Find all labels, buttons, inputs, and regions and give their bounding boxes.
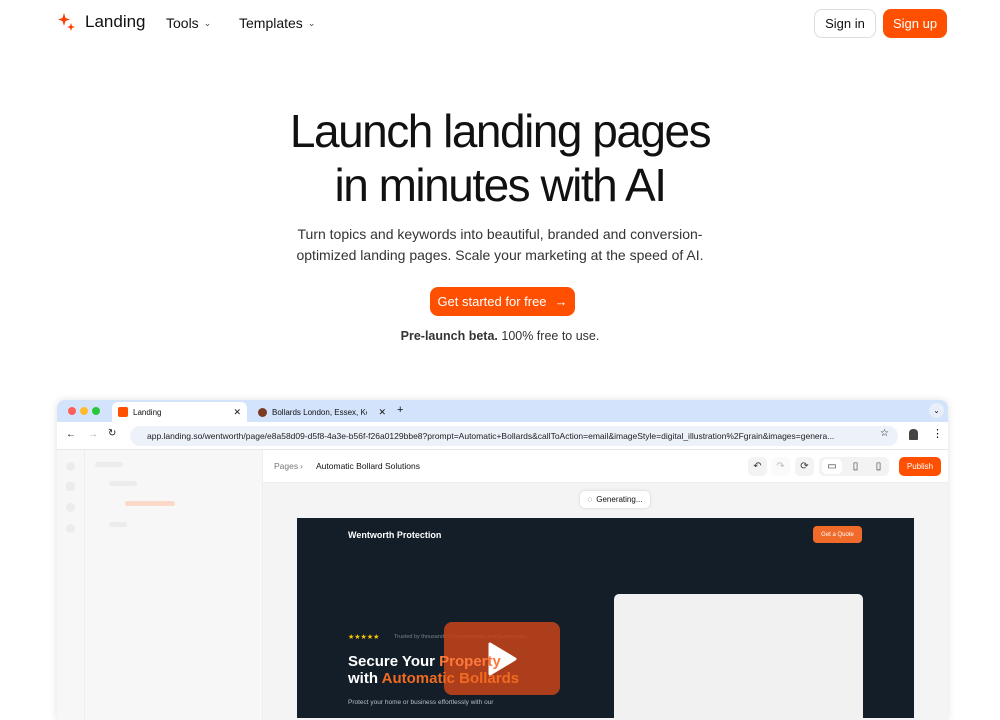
close-icon[interactable]: ✕: [233, 407, 241, 418]
star-icon[interactable]: ☆: [880, 428, 889, 439]
favicon-icon: [118, 407, 128, 417]
headline-part: Secure Your: [348, 653, 440, 670]
maximize-dot: [92, 407, 100, 415]
reload-icon[interactable]: ↻: [108, 428, 116, 439]
status-text: Generating...: [596, 495, 643, 504]
preview-image-placeholder: [614, 594, 863, 720]
breadcrumb-root[interactable]: Pages: [274, 461, 298, 471]
templates-label: Templates: [239, 15, 303, 31]
more-icon[interactable]: ⋮: [932, 427, 943, 440]
desktop-icon[interactable]: ▭: [822, 459, 842, 474]
refresh-icon[interactable]: ⟳: [795, 457, 814, 476]
tab-landing[interactable]: Landing ✕: [112, 402, 247, 422]
settings-icon[interactable]: [66, 503, 75, 512]
breadcrumb-chevron-icon: ›: [300, 461, 303, 471]
close-dot: [68, 407, 76, 415]
headline-accent: Property: [439, 653, 501, 670]
globe-icon[interactable]: [66, 524, 75, 533]
tab-label: Landing: [133, 407, 162, 417]
sidebar-item[interactable]: [109, 481, 137, 486]
close-icon[interactable]: ✕: [378, 407, 386, 418]
hero-title: Launch landing pages in minutes with AI: [0, 104, 1000, 212]
top-nav: Landing Tools ⌄ Templates ⌄ Sign in Sign u…: [0, 0, 1000, 46]
hero-title-line1: Launch landing pages: [289, 105, 712, 157]
tab-label: Bollards London, Essex, Kent: [272, 407, 367, 417]
favicon-icon: [258, 407, 267, 417]
publish-button[interactable]: Publish: [899, 457, 941, 476]
editor-sidebar: [57, 450, 263, 720]
sidebar-add-item[interactable]: [125, 501, 175, 506]
address-bar-row: ← → ↻ app.landing.so/wentworth/page/e8a5…: [57, 422, 948, 450]
forward-icon[interactable]: →: [88, 429, 98, 440]
url-text: app.landing.so/wentworth/page/e8a58d09-d…: [147, 431, 835, 441]
chevron-down-icon: ⌄: [203, 17, 212, 28]
breadcrumb-current: Automatic Bollard Solutions: [316, 461, 420, 471]
home-icon[interactable]: [66, 462, 75, 471]
tools-menu[interactable]: Tools ⌄: [166, 15, 211, 31]
back-icon[interactable]: ←: [66, 429, 76, 440]
note-rest: 100% free to use.: [497, 329, 600, 343]
get-quote-button[interactable]: Get a Quote: [813, 526, 862, 543]
hero-title-line2: in minutes with AI: [334, 159, 667, 211]
sign-up-button[interactable]: Sign up: [883, 9, 947, 38]
rating-stars: ★★★★★: [348, 634, 380, 641]
mobile-icon[interactable]: ▯: [869, 457, 888, 476]
subtitle-line1: Turn topics and keywords into beautiful,…: [297, 226, 703, 242]
tab-bar: Landing ✕ Bollards London, Essex, Kent ✕ +…: [57, 400, 948, 422]
undo-icon[interactable]: ↶: [748, 457, 767, 476]
profile-avatar[interactable]: [909, 429, 918, 440]
redo-icon[interactable]: ↷: [771, 457, 790, 476]
brand-logo[interactable]: Landing: [57, 12, 146, 32]
chevron-down-icon: ⌄: [307, 17, 316, 28]
tools-label: Tools: [166, 15, 199, 31]
tab-bollards[interactable]: Bollards London, Essex, Kent ✕: [252, 402, 392, 422]
editor-toolbar: Pages › Automatic Bollard Solutions ↶ ↷ …: [263, 450, 948, 483]
sparkle-icon: [58, 13, 75, 31]
site-preview: Wentworth Protection Get a Quote ★★★★★ T…: [297, 518, 914, 720]
brand-name: Landing: [85, 12, 146, 31]
spinner-icon: ◌: [587, 495, 593, 504]
url-input[interactable]: app.landing.so/wentworth/page/e8a58d09-d…: [130, 426, 898, 446]
beta-note: Pre-launch beta. 100% free to use.: [0, 329, 1000, 343]
tab-menu-chevron-icon[interactable]: ⌄: [929, 403, 944, 418]
icon-rail: [57, 450, 85, 720]
pencil-icon[interactable]: [66, 482, 75, 491]
headline-part: with: [348, 670, 382, 687]
tablet-icon[interactable]: ▯: [846, 457, 865, 476]
generating-status: ◌ Generating...: [580, 491, 650, 508]
subtitle-line2: optimized landing pages. Scale your mark…: [296, 247, 704, 263]
headline-accent: Automatic Bollards: [381, 670, 520, 687]
note-bold: Pre-launch beta.: [400, 329, 498, 343]
new-tab-icon[interactable]: +: [397, 404, 403, 416]
preview-body: Protect your home or business effortless…: [348, 699, 494, 706]
preview-headline: Secure Your Property with Automatic Bolla…: [348, 653, 519, 687]
sign-in-button[interactable]: Sign in: [814, 9, 876, 38]
get-started-button[interactable]: Get started for free →: [430, 287, 575, 316]
editor-main: Pages › Automatic Bollard Solutions ↶ ↷ …: [263, 450, 948, 720]
templates-menu[interactable]: Templates ⌄: [239, 15, 315, 31]
cta-label: Get started for free: [437, 294, 547, 309]
arrow-right-icon: →: [554, 294, 568, 309]
hero-subtitle: Turn topics and keywords into beautiful,…: [0, 224, 1000, 266]
preview-brand: Wentworth Protection: [348, 530, 442, 540]
sidebar-heading: [95, 462, 123, 467]
browser-mockup: Landing ✕ Bollards London, Essex, Kent ✕ +…: [57, 400, 948, 720]
sidebar-item[interactable]: [109, 522, 127, 527]
minimize-dot: [80, 407, 88, 415]
